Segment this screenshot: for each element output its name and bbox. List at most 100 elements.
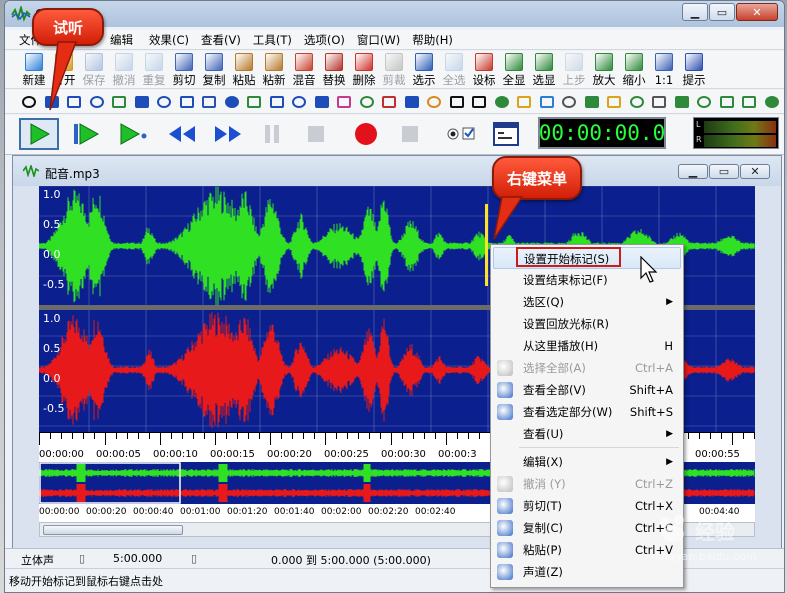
effect-button[interactable]	[87, 93, 108, 111]
effect-button[interactable]	[762, 93, 783, 111]
menu-options[interactable]: 选项(O)	[298, 31, 351, 49]
effect-button[interactable]	[334, 93, 355, 111]
playback-cursor-line[interactable]	[485, 204, 488, 286]
record-button[interactable]	[349, 118, 383, 150]
effect-button[interactable]	[559, 93, 580, 111]
menu-effects[interactable]: 效果(C)	[143, 31, 195, 49]
effect-button[interactable]	[694, 93, 715, 111]
doc-maximize-button[interactable]: ▭	[709, 164, 739, 179]
effect-button[interactable]	[649, 93, 670, 111]
toolbar-replace-button[interactable]: 替换	[319, 51, 349, 89]
effect-button[interactable]	[177, 93, 198, 111]
monitor-options-button[interactable]	[441, 118, 481, 150]
toolbar-zoom-in-button[interactable]: 放大	[589, 51, 619, 89]
toolbar-mix-button[interactable]: 混音	[289, 51, 319, 89]
context-menu-item[interactable]: 查看选定部分(W) Shift+S	[493, 401, 681, 423]
toolbar-zoom-out-button[interactable]: 缩小	[619, 51, 649, 89]
menu-help[interactable]: 帮助(H)	[406, 31, 459, 49]
effect-button[interactable]	[109, 93, 130, 111]
context-menu-label: 复制(C)	[523, 521, 564, 535]
mixer-window-button[interactable]	[489, 118, 523, 150]
close-button[interactable]: ✕	[736, 3, 778, 21]
play-to-end-button[interactable]	[67, 118, 105, 150]
toolbar-prev-zoom-button[interactable]: 上步	[559, 51, 589, 89]
context-menu-item[interactable]: 编辑(X) ▶	[493, 451, 681, 473]
context-menu-item[interactable]: 查看全部(V) Shift+A	[493, 379, 681, 401]
effect-button[interactable]	[739, 93, 760, 111]
context-menu-item[interactable]: 声道(Z)	[493, 561, 681, 583]
effect-button[interactable]	[537, 93, 558, 111]
effect-button[interactable]	[222, 93, 243, 111]
fast-forward-button[interactable]	[209, 118, 247, 150]
effect-button[interactable]	[469, 93, 490, 111]
effect-button[interactable]	[379, 93, 400, 111]
toolbar-trim-button[interactable]: 剪裁	[379, 51, 409, 89]
menu-view[interactable]: 查看(V)	[195, 31, 247, 49]
toolbar-select-all-button[interactable]: 全选	[439, 51, 469, 89]
menu-tools[interactable]: 工具(T)	[247, 31, 298, 49]
context-menu-item[interactable]: 从这里播放(H) H	[493, 335, 681, 357]
effect-button[interactable]	[267, 93, 288, 111]
rewind-button[interactable]	[163, 118, 201, 150]
effect-button[interactable]	[312, 93, 333, 111]
effect-button[interactable]	[604, 93, 625, 111]
toolbar-zoom-selection-button[interactable]: 选显	[529, 51, 559, 89]
context-menu-item[interactable]: 撤消 (Y) Ctrl+Z	[493, 473, 681, 495]
toolbar-label: 粘新	[262, 73, 286, 87]
context-menu-item[interactable]: 剪切(T) Ctrl+X	[493, 495, 681, 517]
effect-button[interactable]	[402, 93, 423, 111]
play-button[interactable]	[19, 118, 59, 150]
status-length: 5:00.000	[113, 552, 163, 565]
play-loop-button[interactable]	[113, 118, 153, 150]
effect-button[interactable]	[717, 93, 738, 111]
stop-record-button[interactable]	[395, 118, 425, 150]
toolbar-paste-button[interactable]: 粘贴	[229, 51, 259, 89]
toolbar-copy-button[interactable]: 复制	[199, 51, 229, 89]
menu-window[interactable]: 窗口(W)	[351, 31, 406, 49]
scrollbar-thumb[interactable]	[43, 525, 183, 535]
effect-button[interactable]	[289, 93, 310, 111]
effect-button[interactable]	[672, 93, 693, 111]
context-menu-item[interactable]: 复制(C) Ctrl+C	[493, 517, 681, 539]
menu-edit[interactable]: 编辑	[104, 31, 139, 49]
context-menu-item[interactable]: 粘贴(P) Ctrl+V	[493, 539, 681, 561]
toolbar-zoom-1to1-button[interactable]: 1:1	[649, 51, 679, 89]
context-menu-item[interactable]: 设置回放光标(R)	[493, 313, 681, 335]
toolbar-select-view-button[interactable]: 选示	[409, 51, 439, 89]
context-menu-item[interactable]: 选区(Q) ▶	[493, 291, 681, 313]
toolbar-zoom-all-button[interactable]: 全显	[499, 51, 529, 89]
effect-button[interactable]	[492, 93, 513, 111]
effect-button[interactable]	[244, 93, 265, 111]
effect-button[interactable]	[582, 93, 603, 111]
toolbar-set-mark-button[interactable]: 设标	[469, 51, 499, 89]
mouse-pointer-icon	[640, 256, 658, 283]
effect-button[interactable]	[627, 93, 648, 111]
effect-button[interactable]	[357, 93, 378, 111]
effect-button[interactable]	[132, 93, 153, 111]
doc-close-button[interactable]: ✕	[740, 164, 770, 179]
doc-minimize-button[interactable]: ▁	[678, 164, 708, 179]
maximize-button[interactable]: ▭	[709, 3, 735, 21]
pause-button[interactable]	[257, 118, 287, 150]
toolbar-hint-button[interactable]: 提示	[679, 51, 709, 89]
effect-button[interactable]	[154, 93, 175, 111]
effect-button[interactable]	[447, 93, 468, 111]
toolbar-paste-new-button[interactable]: 粘新	[259, 51, 289, 89]
effect-button[interactable]	[514, 93, 535, 111]
axis-label-bottom-0: 0.0	[43, 372, 61, 385]
toolbar-delete-button[interactable]: 删除	[349, 51, 379, 89]
stop-button[interactable]	[301, 118, 331, 150]
toolbar-label: 全选	[442, 73, 466, 87]
effect-button[interactable]	[199, 93, 220, 111]
title-bar[interactable]: G ▁ ▭ ✕	[5, 1, 784, 27]
context-menu-item[interactable]: 选择全部(A) Ctrl+A	[493, 357, 681, 379]
toolbar-redo-button[interactable]: 重复	[139, 51, 169, 89]
effect-button[interactable]	[19, 93, 40, 111]
effect-button[interactable]	[424, 93, 445, 111]
toolbar-undo-button[interactable]: 撤消	[109, 51, 139, 89]
overview-viewport[interactable]	[39, 462, 181, 504]
context-menu-item[interactable]: 查看(U) ▶	[493, 423, 681, 445]
toolbar-cut-button[interactable]: 剪切	[169, 51, 199, 89]
document-title-bar[interactable]: 配音.mp3 ▁ ▭ ✕	[13, 156, 781, 186]
minimize-button[interactable]: ▁	[682, 3, 708, 21]
